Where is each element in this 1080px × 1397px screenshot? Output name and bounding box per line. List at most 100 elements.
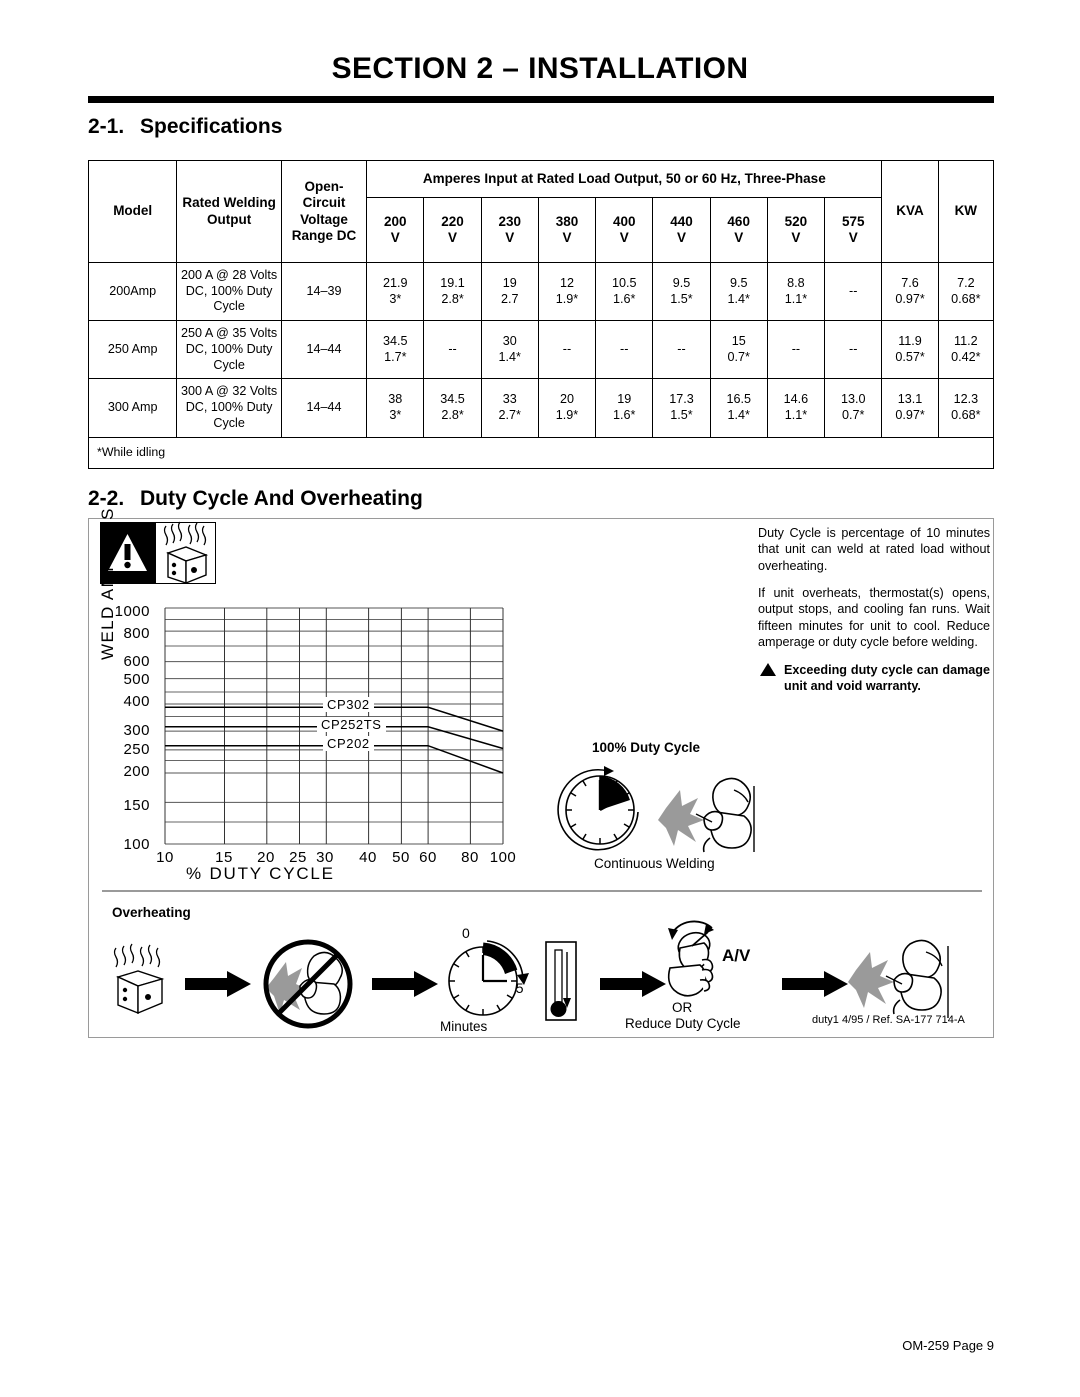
heading-2-1-number: 2-1. (88, 115, 125, 138)
header-volt-575: 575 V (824, 197, 883, 263)
heading-2-2-title: Duty Cycle And Overheating (140, 487, 423, 510)
header-volt-520: 520 V (766, 197, 826, 263)
duty-cycle-paragraph-2: If unit overheats, thermostat(s) opens, … (758, 586, 990, 650)
panel-divider (102, 890, 982, 892)
table-footnote: *While idling (88, 436, 994, 469)
cell-amp-460: 16.5 1.4* (709, 378, 768, 438)
warning-triangle-icon-small (760, 662, 776, 676)
header-ocv: Open- Circuit Voltage Range DC (280, 160, 368, 263)
cell-amp-230: 30 1.4* (480, 320, 539, 380)
duty-cycle-paragraph-1: Duty Cycle is percentage of 10 minutes t… (758, 526, 990, 573)
cell-kw: 12.3 0.68* (937, 378, 995, 438)
arrow-right-icon-3 (600, 971, 666, 997)
hand-knob-icon (667, 920, 714, 997)
duty-cycle-warning-text: Exceeding duty cycle can damage unit and… (784, 662, 990, 693)
cell-amp-200: 21.9 3* (366, 261, 425, 322)
cell-amp-520: 8.8 1.1* (766, 261, 826, 322)
cell-ocv: 14–39 (280, 261, 368, 322)
cell-amp-220: 34.5 2.8* (423, 378, 482, 438)
chart-xtick-10: 10 (156, 849, 174, 866)
no-welding-icon (263, 939, 353, 1029)
header-kw: KW (937, 160, 995, 263)
header-volt-440: 440 V (652, 197, 711, 263)
chart-ytick-100: 100 (123, 836, 150, 853)
cell-ocv: 14–44 (280, 378, 368, 438)
overheating-unit-icon (155, 521, 216, 585)
cell-kva: 7.6 0.97* (881, 261, 939, 322)
chart-xtick-100: 100 (489, 849, 517, 866)
cell-amp-440: 17.3 1.5* (652, 378, 711, 438)
chart-ytick-600: 600 (123, 653, 150, 670)
cell-amp-520: 14.6 1.1* (766, 378, 826, 438)
cell-kw: 7.2 0.68* (937, 261, 995, 322)
heading-2-1: 2-1. Specifications (88, 115, 282, 139)
cell-amp-575: -- (824, 320, 883, 380)
overheating-unit-icon-2 (113, 943, 165, 1015)
chart-x-axis-label: % DUTY CYCLE (186, 864, 335, 883)
cell-kw: 11.2 0.42* (937, 320, 995, 380)
cell-amp-220: -- (423, 320, 482, 380)
cell-amp-460: 9.5 1.4* (709, 261, 768, 322)
or-label: OR (672, 1000, 693, 1015)
arrow-right-icon-1 (185, 971, 251, 997)
reference-caption: duty1 4/95 / Ref. SA-177 714-A (812, 1014, 965, 1026)
thermometer-icon (545, 941, 577, 1021)
chart-ytick-250: 250 (123, 741, 150, 758)
page-footer: OM-259 Page 9 (902, 1338, 994, 1353)
header-kva: KVA (881, 160, 939, 263)
table-row: 250 Amp 250 A @ 35 Volts DC, 100% Duty C… (87, 320, 995, 380)
cell-amp-380: -- (537, 320, 597, 380)
table-row: 200Amp 200 A @ 28 Volts DC, 100% Duty Cy… (87, 261, 995, 322)
duty-cycle-chart: WELD AMPERES % DUTY CYCLE 1000 800 600 5… (98, 507, 560, 890)
header-volt-400: 400 V (595, 197, 654, 263)
table-footnote-row: *While idling (88, 436, 994, 469)
header-model: Model (87, 160, 178, 263)
cell-amp-520: -- (766, 320, 826, 380)
specifications-table-wrap: Model Rated Welding Output Open- Circuit… (87, 160, 995, 469)
header-volt-230: 230 V (480, 197, 539, 263)
cell-amp-575: 13.0 0.7* (824, 378, 883, 438)
welder-welding-icon (658, 777, 755, 853)
chart-xtick-60: 60 (419, 849, 437, 866)
reduce-duty-cycle-label: Reduce Duty Cycle (625, 1016, 741, 1031)
header-rated-output: Rated Welding Output (176, 160, 282, 263)
chart-ytick-200: 200 (123, 763, 150, 780)
chart-ytick-300: 300 (123, 722, 150, 739)
chart-ytick-150: 150 (123, 797, 150, 814)
header-volt-220: 220 V (423, 197, 482, 263)
duty-cycle-100-caption: 100% Duty Cycle (592, 740, 701, 755)
arrow-right-icon-4 (782, 971, 848, 997)
duty-cycle-warning: Exceeding duty cycle can damage unit and… (760, 662, 990, 695)
chart-ytick-400: 400 (123, 693, 150, 710)
cell-rated-output: 250 A @ 35 Volts DC, 100% Duty Cycle (176, 320, 282, 380)
cell-rated-output: 200 A @ 28 Volts DC, 100% Duty Cycle (176, 261, 282, 322)
cell-amp-380: 20 1.9* (537, 378, 597, 438)
cell-kva: 11.9 0.57* (881, 320, 939, 380)
cell-ocv: 14–44 (280, 320, 368, 380)
header-volt-460: 460 V (709, 197, 768, 263)
header-amperes-group: Amperes Input at Rated Load Output, 50 o… (366, 160, 883, 198)
cell-kva: 13.1 0.97* (881, 378, 939, 438)
cell-amp-400: 19 1.6* (595, 378, 654, 438)
table-header-row-1: Model Rated Welding Output Open- Circuit… (87, 160, 995, 263)
manual-page: SECTION 2 – INSTALLATION 2-1. Specificati… (0, 0, 1080, 1397)
specifications-table: Model Rated Welding Output Open- Circuit… (87, 160, 995, 469)
clock-15-minutes-icon (448, 940, 529, 1016)
table-row: 300 Amp 300 A @ 32 Volts DC, 100% Duty C… (87, 378, 995, 438)
title-rule (88, 96, 994, 103)
chart-ytick-800: 800 (123, 625, 150, 642)
minutes-caption: Minutes (440, 1019, 488, 1034)
cell-amp-575: -- (824, 261, 883, 322)
chart-label-cp252ts: CP252TS (317, 717, 386, 732)
cell-model: 250 Amp (87, 320, 178, 380)
header-volt-200: 200 V (366, 197, 425, 263)
cell-amp-230: 33 2.7* (480, 378, 539, 438)
chart-xtick-15: 15 (215, 849, 233, 866)
cell-model: 200Amp (87, 261, 178, 322)
cell-amp-400: -- (595, 320, 654, 380)
cell-rated-output: 300 A @ 32 Volts DC, 100% Duty Cycle (176, 378, 282, 438)
chart-label-cp302: CP302 (323, 697, 374, 712)
cell-amp-440: 9.5 1.5* (652, 261, 711, 322)
chart-ytick-500: 500 (123, 671, 150, 688)
cell-amp-380: 12 1.9* (537, 261, 597, 322)
